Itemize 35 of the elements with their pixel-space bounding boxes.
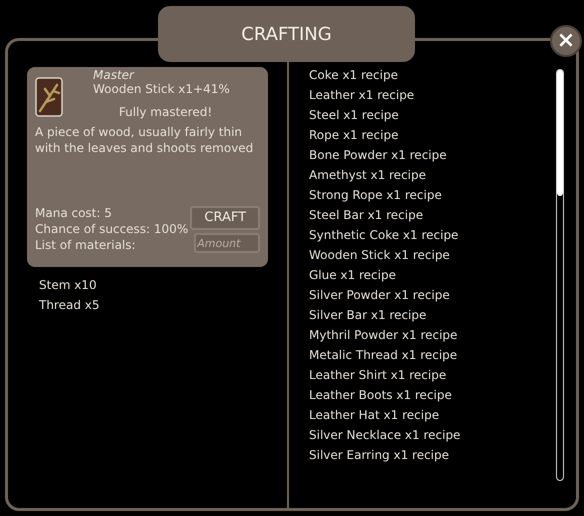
material-item: Stem x10 — [39, 277, 98, 294]
recipe-item[interactable]: Coke x1 recipe — [309, 65, 556, 85]
recipe-item[interactable]: Bone Powder x1 recipe — [309, 145, 556, 165]
recipe-item[interactable]: Steel Bar x1 recipe — [309, 205, 556, 225]
item-name: Wooden Stick x1+41% — [93, 82, 231, 97]
close-button[interactable]: × — [550, 25, 582, 57]
scrollbar-thumb[interactable] — [557, 70, 563, 196]
recipe-item[interactable]: Wooden Stick x1 recipe — [309, 245, 556, 265]
recipe-item[interactable]: Leather Shirt x1 recipe — [309, 365, 556, 385]
recipe-item[interactable]: Strong Rope x1 recipe — [309, 185, 556, 205]
material-item: Thread x5 — [39, 297, 101, 314]
scrollbar[interactable] — [556, 69, 564, 481]
craft-button[interactable]: CRAFT — [190, 206, 260, 230]
recipe-item[interactable]: Glue x1 recipe — [309, 265, 556, 285]
materials-label: List of materials: — [35, 237, 137, 253]
recipe-item[interactable]: Leather x1 recipe — [309, 85, 556, 105]
branch-icon — [35, 77, 63, 117]
mana-cost: Mana cost: 5 — [35, 205, 113, 221]
mastery-status: Fully mastered! — [118, 104, 214, 120]
recipe-item[interactable]: Steel x1 recipe — [309, 105, 556, 125]
recipe-item[interactable]: Leather Boots x1 recipe — [309, 385, 556, 405]
item-description: A piece of wood, usually fairly thin with the leaves and shoots removed — [35, 124, 254, 156]
window-title: CRAFTING — [158, 6, 415, 62]
recipe-item[interactable]: Silver Earring x1 recipe — [309, 445, 556, 465]
recipe-item[interactable]: Silver Necklace x1 recipe — [309, 425, 556, 445]
recipe-item[interactable]: Silver Bar x1 recipe — [309, 305, 556, 325]
recipe-item[interactable]: Rope x1 recipe — [309, 125, 556, 145]
recipe-item[interactable]: Amethyst x1 recipe — [309, 165, 556, 185]
recipe-item[interactable]: Synthetic Coke x1 recipe — [309, 225, 556, 245]
recipe-item[interactable]: Silver Powder x1 recipe — [309, 285, 556, 305]
recipe-item[interactable]: Mythril Powder x1 recipe — [309, 325, 556, 345]
mastery-rank: Master — [93, 69, 136, 82]
recipe-item[interactable]: Leather Hat x1 recipe — [309, 405, 556, 425]
success-chance: Chance of success: 100% — [35, 221, 188, 237]
recipe-item[interactable]: Metalic Thread x1 recipe — [309, 345, 556, 365]
